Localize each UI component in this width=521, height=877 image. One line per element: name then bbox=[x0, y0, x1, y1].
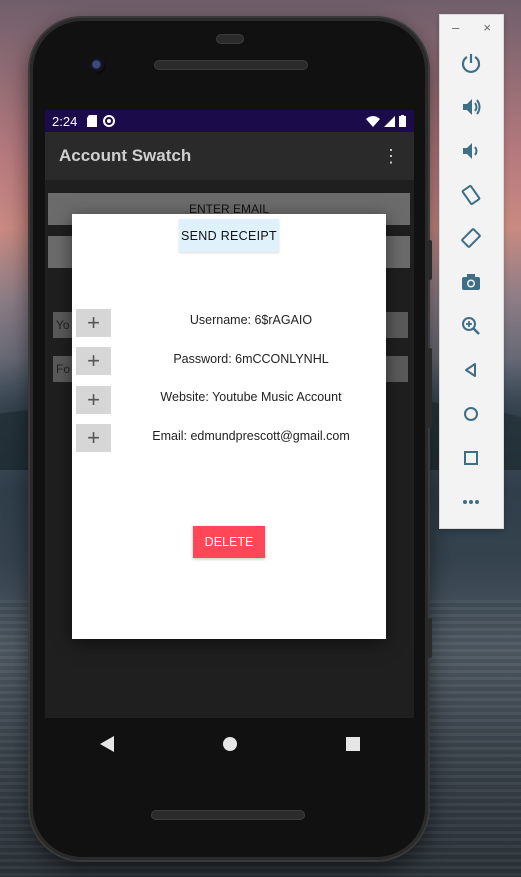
overview-button[interactable] bbox=[454, 443, 488, 473]
battery-icon bbox=[399, 115, 406, 127]
signal-icon bbox=[384, 115, 395, 127]
zoom-button[interactable] bbox=[454, 311, 488, 341]
power-icon bbox=[461, 54, 481, 74]
phone-speaker-bottom bbox=[151, 810, 305, 820]
phone-top-sensor bbox=[216, 34, 244, 44]
rotate-left-button[interactable] bbox=[454, 180, 488, 210]
volume-down-button[interactable] bbox=[454, 136, 488, 166]
back-button[interactable] bbox=[454, 355, 488, 385]
minimize-button[interactable]: – bbox=[452, 20, 459, 35]
zoom-icon bbox=[462, 317, 480, 335]
more-icon bbox=[463, 500, 479, 504]
back-icon bbox=[465, 363, 476, 377]
power-button[interactable] bbox=[454, 48, 488, 78]
rotate-right-button[interactable] bbox=[454, 223, 488, 253]
camera-icon bbox=[462, 274, 480, 290]
wifi-icon bbox=[366, 115, 380, 127]
status-time: 2:24 bbox=[52, 113, 78, 129]
camera-button[interactable] bbox=[454, 267, 488, 297]
navigation-bar bbox=[45, 718, 414, 770]
email-field: Email: edmundprescott@gmail.com bbox=[152, 429, 350, 443]
nav-back-button[interactable] bbox=[87, 724, 127, 764]
home-icon bbox=[464, 407, 478, 421]
sd-card-icon bbox=[87, 115, 98, 127]
phone-speaker-top bbox=[154, 60, 308, 70]
overview-icon bbox=[464, 451, 478, 465]
rotate-left-icon bbox=[461, 184, 481, 206]
account-dialog: SEND RECEIPT + Username: 6$rAGAIO + Pass… bbox=[72, 214, 386, 639]
back-triangle-icon bbox=[99, 736, 114, 752]
background-input-1-text: Yo bbox=[56, 318, 70, 332]
add-username-button[interactable]: + bbox=[76, 309, 111, 337]
website-field: Website: Youtube Music Account bbox=[160, 390, 342, 404]
phone-side-button bbox=[428, 618, 432, 658]
background-input-2-text: Fo bbox=[56, 362, 71, 376]
add-email-button[interactable]: + bbox=[76, 424, 111, 452]
volume-down-icon bbox=[463, 143, 478, 159]
sync-icon bbox=[103, 115, 116, 127]
more-vert-icon[interactable]: ⋮ bbox=[382, 146, 400, 167]
app-bar: Account Swatch ⋮ bbox=[45, 132, 414, 180]
phone-side-button bbox=[428, 240, 432, 280]
front-camera bbox=[90, 58, 106, 74]
app-title: Account Swatch bbox=[59, 146, 192, 165]
delete-button[interactable]: DELETE bbox=[193, 526, 265, 558]
password-field: Password: 6mCCONLYNHL bbox=[173, 352, 329, 366]
nav-overview-button[interactable] bbox=[333, 724, 373, 764]
more-button[interactable] bbox=[454, 487, 488, 517]
add-website-button[interactable]: + bbox=[76, 386, 111, 414]
phone-side-button bbox=[428, 348, 432, 428]
overview-square-icon bbox=[345, 737, 360, 751]
send-receipt-button[interactable]: SEND RECEIPT bbox=[179, 219, 279, 252]
nav-home-button[interactable] bbox=[210, 724, 250, 764]
volume-up-icon bbox=[463, 99, 481, 115]
volume-up-button[interactable] bbox=[454, 92, 488, 122]
close-button[interactable]: × bbox=[483, 20, 491, 35]
emulator-toolbar: – × bbox=[440, 15, 503, 528]
home-circle-icon bbox=[222, 737, 237, 751]
rotate-right-icon bbox=[461, 228, 481, 248]
username-field: Username: 6$rAGAIO bbox=[189, 313, 313, 327]
add-password-button[interactable]: + bbox=[76, 347, 111, 375]
home-button[interactable] bbox=[454, 399, 488, 429]
status-bar: 2:24 bbox=[45, 110, 414, 132]
